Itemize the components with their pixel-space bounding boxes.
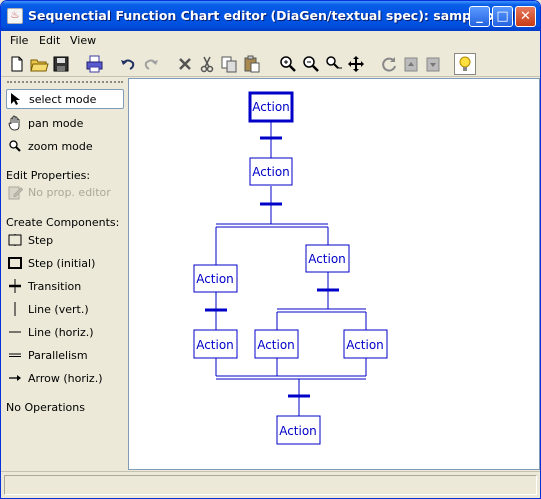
maximize-button[interactable]: □ xyxy=(492,6,513,27)
status-bar xyxy=(1,471,540,498)
step-label: Action xyxy=(346,338,384,352)
component-horizontal-line-label: Line (horiz.) xyxy=(28,325,94,339)
sfc-diagram: Action Action Action Action Action Actio… xyxy=(193,91,388,445)
save-icon[interactable] xyxy=(51,54,71,74)
component-vertical-line[interactable]: Line (vert.) xyxy=(6,299,124,319)
mode-select-label: select mode xyxy=(29,92,97,106)
mode-zoom-label: zoom mode xyxy=(28,139,93,153)
open-icon[interactable] xyxy=(29,54,49,74)
palette-grip[interactable] xyxy=(7,81,123,84)
back-icon[interactable] xyxy=(401,54,421,74)
window-title: Sequenctial Function Chart editor (DiaGe… xyxy=(28,8,514,23)
zoom-in-icon[interactable] xyxy=(278,54,298,74)
redo-icon[interactable] xyxy=(141,54,161,74)
component-arrow[interactable]: Arrow (horiz.) xyxy=(6,368,124,388)
component-step-label: Step xyxy=(28,233,54,247)
step-label: Action xyxy=(279,424,317,438)
toolbar xyxy=(1,50,540,77)
component-vertical-line-label: Line (vert.) xyxy=(28,302,89,316)
component-arrow-label: Arrow (horiz.) xyxy=(28,371,103,385)
arrow-icon xyxy=(6,370,24,386)
menu-file[interactable]: File xyxy=(10,34,28,47)
step-label: Action xyxy=(196,272,234,286)
mode-select[interactable]: select mode xyxy=(6,89,124,109)
step-label: Action xyxy=(308,252,346,266)
component-horizontal-line[interactable]: Line (horiz.) xyxy=(6,322,124,342)
copy-icon[interactable] xyxy=(219,54,239,74)
magnifier-icon xyxy=(6,138,24,154)
component-initial-step-label: Step (initial) xyxy=(28,256,96,270)
zoom-out-icon[interactable] xyxy=(301,54,321,74)
step-label: Action xyxy=(196,338,234,352)
arrow-cursor-icon xyxy=(7,91,25,107)
tool-palette: select mode pan mode zoom mode Edit Prop… xyxy=(1,78,128,471)
paste-icon[interactable] xyxy=(242,54,262,74)
delete-icon[interactable] xyxy=(175,54,195,74)
parallelism-icon xyxy=(6,347,24,363)
component-step[interactable]: Step xyxy=(6,230,124,250)
refresh-icon[interactable] xyxy=(379,54,399,74)
prop-editor-label: No prop. editor xyxy=(28,185,111,199)
prop-editor-item: No prop. editor xyxy=(6,182,124,202)
java-app-icon: ♨ xyxy=(7,8,23,24)
component-parallelism-label: Parallelism xyxy=(28,348,88,362)
title-bar[interactable]: ♨ Sequenctial Function Chart editor (Dia… xyxy=(1,1,540,31)
undo-icon[interactable] xyxy=(118,54,138,74)
component-transition[interactable]: Transition xyxy=(6,276,124,296)
transition-icon xyxy=(6,278,24,294)
forward-icon[interactable] xyxy=(423,54,443,74)
hand-icon xyxy=(6,115,24,131)
edit-pencil-icon xyxy=(6,184,24,200)
horizontal-line-icon xyxy=(6,324,24,340)
step-icon xyxy=(6,232,24,248)
app-window: ♨ Sequenctial Function Chart editor (Dia… xyxy=(0,0,541,499)
menu-edit[interactable]: Edit xyxy=(39,34,60,47)
diagram-canvas[interactable]: Action Action Action Action Action Actio… xyxy=(128,78,540,470)
component-parallelism[interactable]: Parallelism xyxy=(6,345,124,365)
cut-icon[interactable] xyxy=(197,54,217,74)
component-transition-label: Transition xyxy=(28,279,82,293)
initial-step-icon xyxy=(6,255,24,271)
status-text xyxy=(4,475,537,495)
step-label: Action xyxy=(252,165,290,179)
hint-bulb-icon[interactable] xyxy=(454,53,476,75)
close-button[interactable]: ✕ xyxy=(515,6,536,27)
mode-zoom[interactable]: zoom mode xyxy=(6,136,124,156)
minimize-button[interactable]: _ xyxy=(469,6,490,27)
create-components-heading: Create Components: xyxy=(6,216,120,229)
mode-pan-label: pan mode xyxy=(28,116,84,130)
menu-view[interactable]: View xyxy=(70,34,96,47)
component-initial-step[interactable]: Step (initial) xyxy=(6,253,124,273)
edit-properties-heading: Edit Properties: xyxy=(6,169,91,182)
step-label: Action xyxy=(252,100,290,114)
new-icon[interactable] xyxy=(7,54,27,74)
operations-label: No Operations xyxy=(6,401,85,414)
menu-bar: File Edit View xyxy=(1,31,540,50)
print-icon[interactable] xyxy=(84,54,104,74)
step-label: Action xyxy=(257,338,295,352)
vertical-line-icon xyxy=(6,301,24,317)
mode-pan[interactable]: pan mode xyxy=(6,113,124,133)
zoom-fit-icon[interactable] xyxy=(324,54,344,74)
move-icon[interactable] xyxy=(346,54,366,74)
